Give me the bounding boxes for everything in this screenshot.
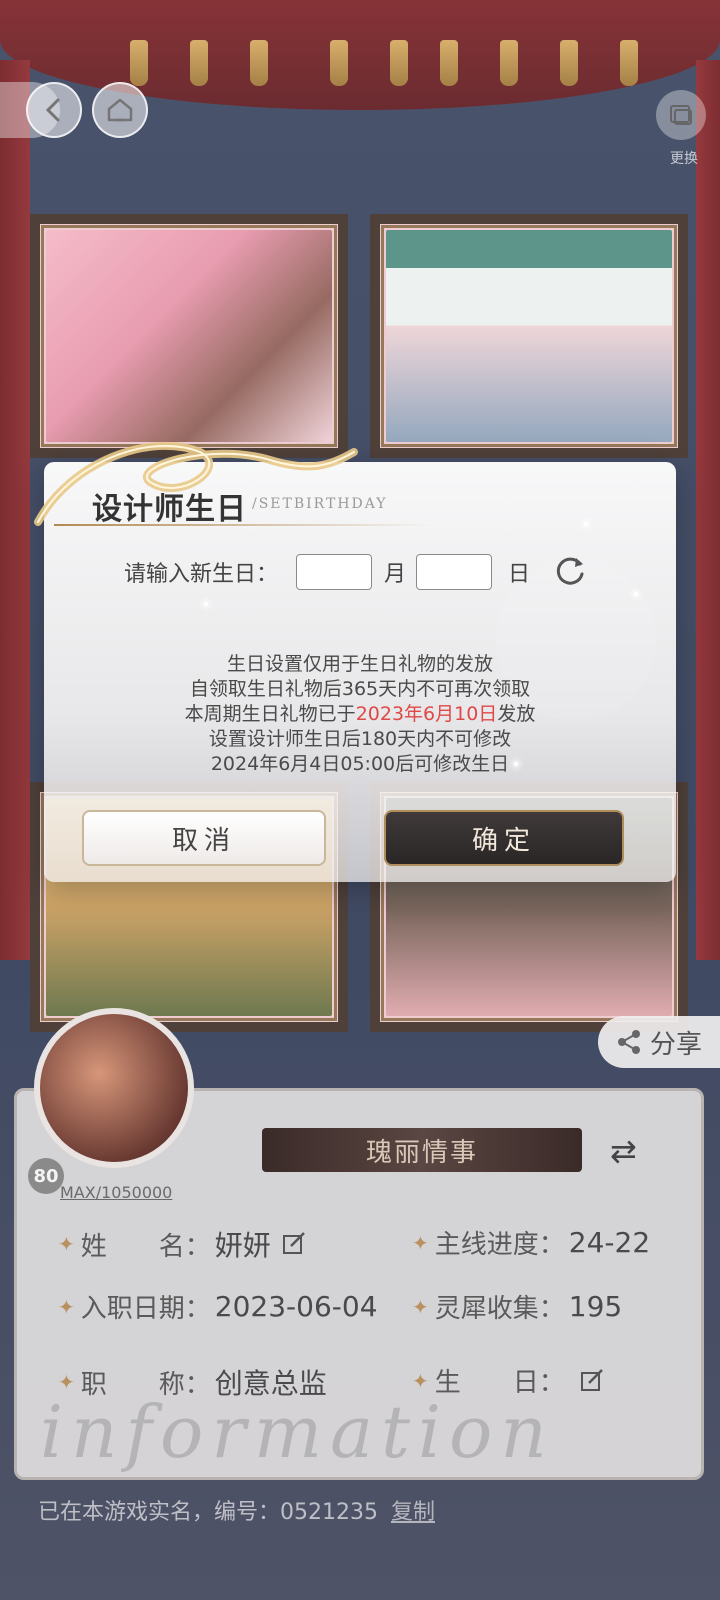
notice-line: 2024年6月4日05:00后可修改生日 <box>210 753 510 775</box>
reset-icon[interactable] <box>552 554 588 590</box>
share-label: 分享 <box>650 1029 703 1060</box>
notice-line: 设置设计师生日后180天内不可修改 <box>208 728 512 750</box>
day-label: 日 <box>508 562 531 587</box>
name-value: 妍妍 <box>214 1229 271 1262</box>
birthday-notice: 生日设置仅用于生日礼物的发放 自领取生日礼物后365天内不可再次领取 本周期生日… <box>44 652 676 777</box>
sparkle-decoration <box>204 602 208 606</box>
join-date-value: 2023-06-04 <box>214 1290 378 1323</box>
share-button[interactable]: 分享 <box>598 1016 720 1068</box>
star-bullet-icon: ✦ <box>58 1294 75 1319</box>
star-bullet-icon: ✦ <box>412 1368 429 1393</box>
share-icon <box>618 1030 640 1054</box>
month-input[interactable] <box>296 554 373 590</box>
star-bullet-icon: ✦ <box>58 1232 75 1256</box>
gold-swirl-decoration <box>34 441 358 526</box>
month-label: 月 <box>384 562 407 587</box>
progress-key: 主线进度： <box>434 1230 565 1260</box>
progress-value: 24-22 <box>568 1226 651 1259</box>
sparkle-decoration <box>514 762 518 766</box>
notice-line: 自领取生日礼物后365天内不可再次领取 <box>189 678 531 700</box>
edit-name-icon[interactable] <box>281 1231 307 1257</box>
edit-birthday-icon[interactable] <box>579 1368 605 1394</box>
confirm-button[interactable]: 确定 <box>384 810 624 866</box>
star-bullet-icon: ✦ <box>412 1230 429 1255</box>
notice-prefix: 本周期生日礼物已于 <box>184 703 356 725</box>
collection-key: 灵犀收集： <box>434 1294 565 1324</box>
name-key: 姓 名： <box>80 1231 211 1262</box>
realname-text: 已在本游戏实名，编号：0521235 <box>38 1500 378 1525</box>
title-banner: 瑰丽情事 <box>262 1128 582 1172</box>
info-row-progress: ✦ 主线进度： 24-22 <box>412 1224 650 1261</box>
collection-value: 195 <box>568 1290 623 1323</box>
notice-suffix: 发放 <box>497 703 536 725</box>
cancel-button[interactable]: 取消 <box>82 810 326 866</box>
sparkle-decoration <box>634 592 638 596</box>
realname-notice: 已在本游戏实名，编号：0521235 复制 <box>38 1494 435 1526</box>
info-row-collection: ✦ 灵犀收集： 195 <box>412 1288 622 1325</box>
copy-id-link[interactable]: 复制 <box>391 1500 435 1525</box>
day-input[interactable] <box>416 554 493 590</box>
swap-title-icon[interactable]: ⇄ <box>610 1132 637 1170</box>
level-badge: 80 <box>28 1158 64 1194</box>
avatar[interactable] <box>34 1008 194 1168</box>
notice-line: 生日设置仅用于生日礼物的发放 <box>226 653 493 675</box>
birthday-prompt: 请输入新生日： <box>124 562 279 587</box>
sparkle-decoration <box>584 522 588 526</box>
notice-line: 本周期生日礼物已于2023年6月10日发放 <box>44 702 676 727</box>
info-row-name: ✦ 姓 名： 妍妍 <box>58 1224 307 1264</box>
info-row-join-date: ✦ 入职日期： 2023-06-04 <box>58 1288 378 1325</box>
information-watermark: information <box>40 1390 555 1474</box>
birthday-input-row: 请输入新生日： 月 日 <box>124 554 588 590</box>
gift-issued-date: 2023年6月10日 <box>355 703 498 725</box>
experience-text: MAX/1050000 <box>60 1183 173 1202</box>
star-bullet-icon: ✦ <box>412 1294 429 1319</box>
join-date-key: 入职日期： <box>80 1294 211 1324</box>
